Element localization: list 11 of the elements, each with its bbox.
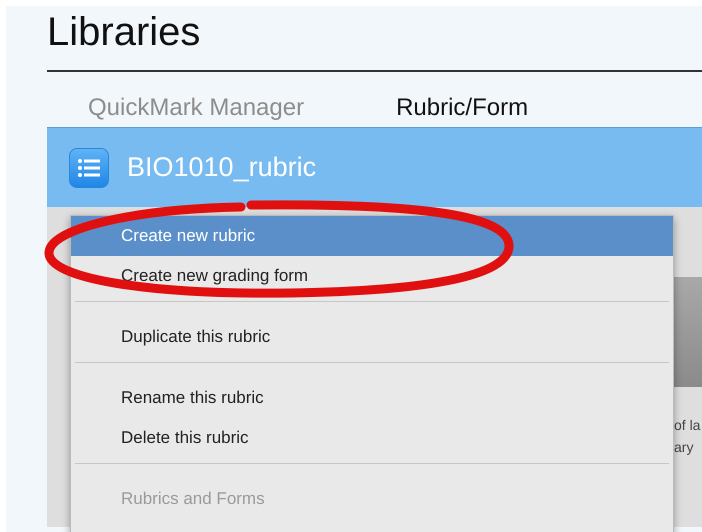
menu-item[interactable]: Rename this rubric (71, 378, 673, 418)
background-text: of la (674, 417, 702, 433)
menu-item[interactable]: Create new grading form (71, 256, 673, 296)
tab[interactable]: Rubric/Form (396, 94, 528, 127)
menu-button[interactable] (69, 148, 109, 188)
page-title: Libraries (47, 9, 202, 56)
background-text: ary (674, 439, 694, 455)
menu-item[interactable]: Delete this rubric (71, 418, 673, 458)
menu-icon (78, 158, 100, 176)
menu-item[interactable]: Duplicate this rubric (71, 317, 673, 357)
rubric-title: BIO1010_rubric (127, 152, 316, 183)
